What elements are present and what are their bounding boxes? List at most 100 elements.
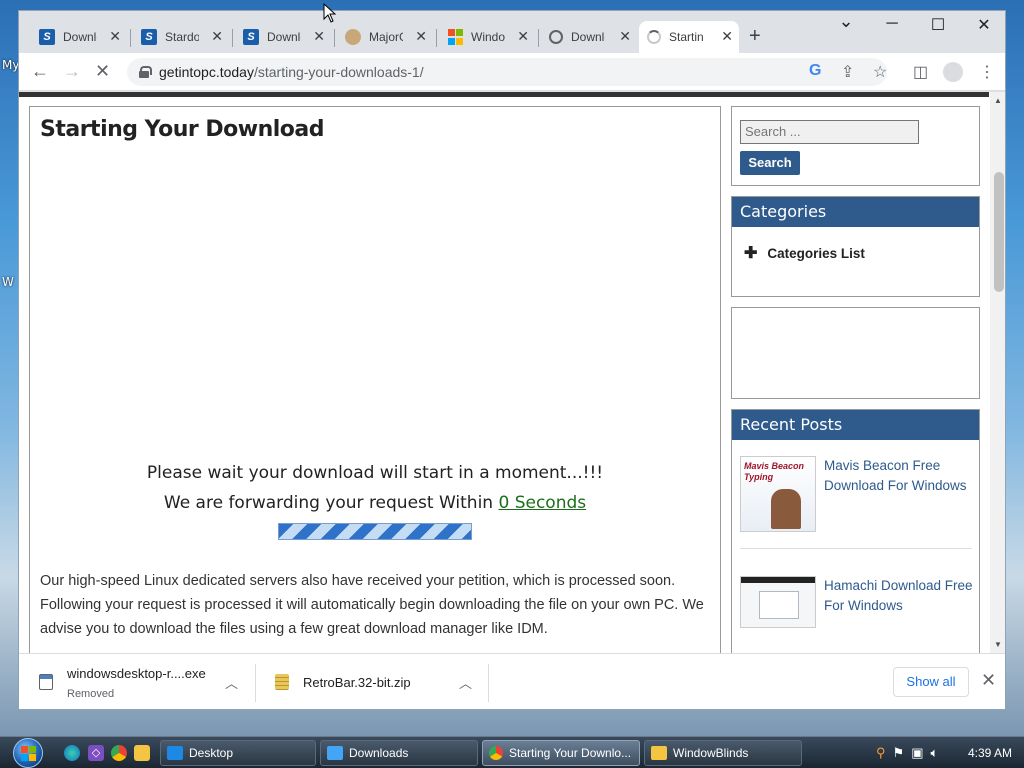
tab-download-3[interactable]: Downlo ✕ xyxy=(541,23,637,51)
chevron-up-icon[interactable]: ︿ xyxy=(225,673,238,692)
action-center-flag-icon[interactable]: ⚑ xyxy=(893,745,905,761)
tab-starting-download[interactable]: Startin ✕ xyxy=(639,21,739,53)
taskbar-button-label: Downloads xyxy=(349,746,409,760)
page-title: Starting Your Download xyxy=(40,117,325,142)
page-viewport: Starting Your Download Please wait your … xyxy=(19,92,1005,653)
stop-loading-icon[interactable]: ✕ xyxy=(95,61,110,82)
tab-windows[interactable]: Windo ✕ xyxy=(439,23,535,51)
zip-file-icon xyxy=(275,674,289,690)
scroll-down-arrow-icon[interactable]: ▼ xyxy=(994,640,1002,649)
show-all-downloads-button[interactable]: Show all xyxy=(893,667,969,697)
forward-arrow-icon[interactable]: → xyxy=(63,61,81,82)
loading-spinner-icon xyxy=(647,30,661,44)
tab-title: Startin xyxy=(669,30,703,44)
post-title-link[interactable]: Hamachi Download Free For Windows xyxy=(824,576,974,616)
back-arrow-icon[interactable]: ← xyxy=(31,61,49,82)
tab-close-icon[interactable]: ✕ xyxy=(517,28,529,45)
close-window-button[interactable]: ✕ xyxy=(961,15,1005,35)
taskbar-button-label: Starting Your Downlo... xyxy=(509,746,632,760)
taskbar-button-chrome[interactable]: Starting Your Downlo... xyxy=(482,740,640,766)
download-item[interactable]: RetroBar.32-bit.zip ︿ xyxy=(255,654,489,709)
tab-title: Downlo xyxy=(267,30,301,44)
search-button[interactable]: Search xyxy=(740,151,800,175)
taskbar-button-label: WindowBlinds xyxy=(673,746,749,760)
tab-download-1[interactable]: S Downlo ✕ xyxy=(31,23,127,51)
menu-kebab-icon[interactable]: ⋮ xyxy=(979,62,995,82)
page-scrollbar[interactable]: ▲ ▼ xyxy=(990,92,1005,653)
mouse-cursor-icon xyxy=(323,3,337,23)
download-filename: windowsdesktop-r....exe xyxy=(67,666,206,681)
scrollbar-thumb[interactable] xyxy=(994,172,1004,292)
stardock-icon: S xyxy=(141,29,157,45)
windows-logo-icon xyxy=(447,29,463,45)
tab-close-icon[interactable]: ✕ xyxy=(109,28,121,45)
categories-list-item[interactable]: ✚ Categories List xyxy=(744,243,865,263)
thumbnail-dialog xyxy=(759,591,799,619)
minimize-button[interactable]: ─ xyxy=(869,15,915,33)
post-thumbnail[interactable] xyxy=(740,576,816,628)
visual-studio-icon[interactable]: ◇ xyxy=(88,745,104,761)
address-bar[interactable]: getintopc.today/starting-your-downloads-… xyxy=(127,58,887,86)
edge-icon[interactable] xyxy=(64,745,80,761)
system-clock[interactable]: 4:39 AM xyxy=(968,746,1012,760)
google-translate-icon[interactable]: G xyxy=(809,62,821,80)
folder-icon xyxy=(651,746,667,760)
network-icon[interactable]: ▣ xyxy=(911,745,923,761)
tab-divider xyxy=(232,29,233,47)
side-panel-icon[interactable]: ◫ xyxy=(913,62,928,82)
tab-divider xyxy=(334,29,335,47)
desktop-label-w: W xyxy=(2,275,14,289)
profile-avatar-icon[interactable] xyxy=(943,62,963,82)
tab-close-icon[interactable]: ✕ xyxy=(721,28,733,45)
forwarding-message: We are forwarding your request Within 0 … xyxy=(30,493,720,513)
tab-close-icon[interactable]: ✕ xyxy=(313,28,325,45)
recent-posts-heading: Recent Posts xyxy=(732,410,979,440)
file-explorer-icon[interactable] xyxy=(134,745,150,761)
system-tray: ⚲ ⚑ ▣ 🔈︎ xyxy=(876,737,938,768)
volume-icon[interactable]: 🔈︎ xyxy=(930,745,938,761)
share-icon[interactable]: ⇪ xyxy=(841,62,854,82)
tab-search-button[interactable]: ⌄ xyxy=(823,11,869,32)
chevron-up-icon[interactable]: ︿ xyxy=(459,673,472,692)
start-button[interactable] xyxy=(8,737,48,768)
download-progress-bar xyxy=(278,523,472,540)
chrome-icon[interactable] xyxy=(111,745,127,761)
tab-title: Downlo xyxy=(571,30,605,44)
taskbar-button-desktop[interactable]: Desktop xyxy=(160,740,316,766)
taskbar-button-downloads[interactable]: Downloads xyxy=(320,740,478,766)
ad-placeholder xyxy=(731,307,980,399)
plus-icon: ✚ xyxy=(744,245,758,262)
new-tab-button[interactable]: + xyxy=(749,25,761,48)
exe-file-icon xyxy=(39,674,53,690)
search-input[interactable]: Search ... xyxy=(740,120,919,144)
thumbnail-caption: Mavis Beacon Typing xyxy=(744,461,805,482)
post-divider xyxy=(740,548,972,549)
stardock-icon: S xyxy=(39,29,55,45)
close-shelf-icon[interactable]: ✕ xyxy=(981,670,996,691)
categories-heading: Categories xyxy=(732,197,979,227)
tab-close-icon[interactable]: ✕ xyxy=(619,28,631,45)
countdown-link[interactable]: 0 Seconds xyxy=(498,493,586,513)
tab-stardock[interactable]: S Stardoc ✕ xyxy=(133,23,229,51)
browser-toolbar: ← → ✕ getintopc.today/starting-your-down… xyxy=(19,53,1005,91)
download-divider xyxy=(488,664,489,702)
url-host: getintopc.today xyxy=(159,64,254,80)
search-icon[interactable]: ⚲ xyxy=(876,745,886,761)
scroll-up-arrow-icon[interactable]: ▲ xyxy=(994,96,1002,105)
bookmark-star-icon[interactable]: ☆ xyxy=(873,62,887,82)
taskbar-button-windowblinds[interactable]: WindowBlinds xyxy=(644,740,802,766)
tab-close-icon[interactable]: ✕ xyxy=(415,28,427,45)
site-top-bar xyxy=(19,92,989,97)
tab-title: Windo xyxy=(471,30,505,44)
tab-download-2[interactable]: S Downlo ✕ xyxy=(235,23,331,51)
download-item[interactable]: windowsdesktop-r....exe Removed ︿ xyxy=(19,654,255,709)
post-title-link[interactable]: Mavis Beacon Free Download For Windows xyxy=(824,456,974,496)
recent-posts-widget: Recent Posts Mavis Beacon Typing Mavis B… xyxy=(731,409,980,653)
tab-close-icon[interactable]: ✕ xyxy=(211,28,223,45)
maximize-button[interactable]: ☐ xyxy=(915,15,961,35)
tab-majorgeeks[interactable]: MajorG ✕ xyxy=(337,23,433,51)
taskbar: ◇ Desktop Downloads Starting Your Downlo… xyxy=(0,736,1024,768)
post-thumbnail[interactable]: Mavis Beacon Typing xyxy=(740,456,816,532)
lock-icon xyxy=(139,66,152,78)
chrome-icon xyxy=(489,746,503,760)
